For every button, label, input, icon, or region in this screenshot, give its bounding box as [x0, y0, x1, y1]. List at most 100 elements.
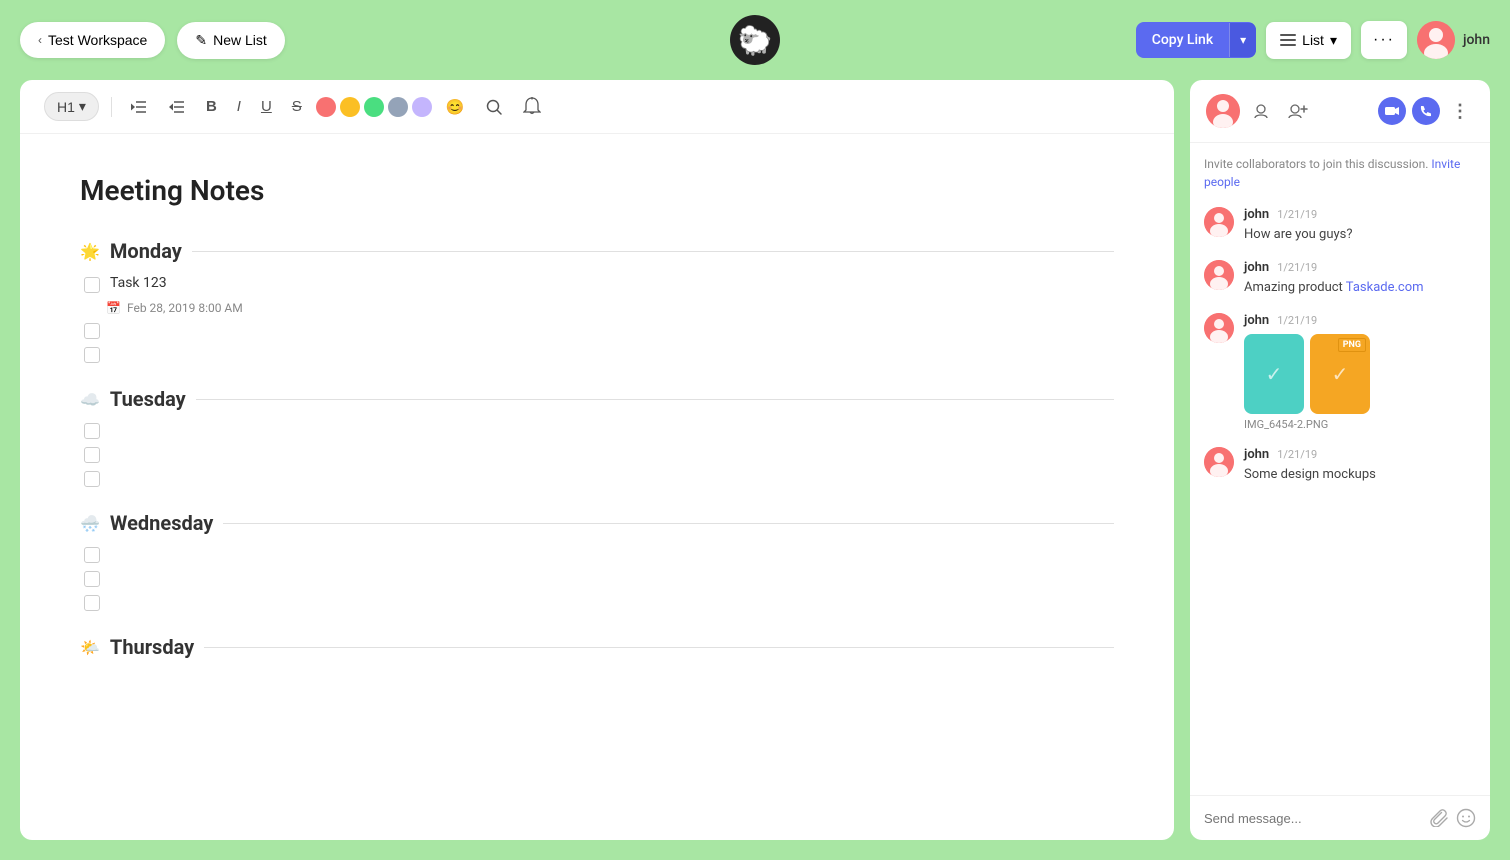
- task-checkbox[interactable]: [84, 277, 100, 293]
- empty-task-2: [80, 347, 1114, 363]
- monday-label: Monday: [110, 239, 182, 263]
- color-purple[interactable]: [412, 97, 432, 117]
- image-attachment: ✓ PNG ✓: [1244, 334, 1476, 414]
- add-collaborator-button[interactable]: [1248, 97, 1276, 125]
- task-date: 📅 Feb 28, 2019 8:00 AM: [106, 301, 1114, 315]
- msg-avatar-3: [1204, 313, 1234, 343]
- empty-checkbox-7[interactable]: [84, 571, 100, 587]
- phone-call-button[interactable]: [1412, 97, 1440, 125]
- empty-task-5: [80, 471, 1114, 487]
- tuesday-icon: ☁️: [80, 390, 100, 409]
- heading-selector[interactable]: H1 ▾: [44, 92, 99, 121]
- more-options-icon: ···: [1373, 31, 1395, 49]
- strikethrough-button[interactable]: S: [286, 94, 308, 119]
- emoji-picker-button[interactable]: [1456, 808, 1476, 828]
- indent-increase-button[interactable]: [162, 96, 192, 118]
- copy-link-button[interactable]: Copy Link ▾: [1136, 22, 1256, 58]
- list-label: List: [1302, 32, 1324, 48]
- empty-task-1: [80, 323, 1114, 339]
- chat-message-3: john 1/21/19 ✓ PNG ✓: [1204, 313, 1476, 431]
- back-button[interactable]: ‹ Test Workspace: [20, 22, 165, 58]
- heading-chevron-icon: ▾: [79, 98, 86, 115]
- empty-checkbox-4[interactable]: [84, 447, 100, 463]
- chat-more-button[interactable]: ⋮: [1446, 97, 1474, 125]
- monday-icon: 🌟: [80, 242, 100, 261]
- empty-checkbox-5[interactable]: [84, 471, 100, 487]
- color-green[interactable]: [364, 97, 384, 117]
- empty-task-7: [80, 571, 1114, 587]
- new-list-icon: ✎: [195, 32, 207, 49]
- user-name-label: john: [1463, 32, 1490, 48]
- msg-name-2: john: [1244, 260, 1269, 275]
- user-button[interactable]: john: [1417, 21, 1490, 59]
- chat-user-avatar: [1206, 94, 1240, 128]
- bold-icon: B: [206, 98, 217, 115]
- workspace-label: Test Workspace: [48, 32, 147, 48]
- chat-message-1: john 1/21/19 How are you guys?: [1204, 207, 1476, 244]
- list-view-button[interactable]: List ▾: [1266, 22, 1351, 59]
- image-label: IMG_6454-2.PNG: [1244, 418, 1476, 431]
- color-gray[interactable]: [388, 97, 408, 117]
- search-button[interactable]: [479, 94, 509, 120]
- msg-time-1: 1/21/19: [1277, 208, 1317, 221]
- empty-checkbox-8[interactable]: [84, 595, 100, 611]
- section-line-tuesday: [196, 399, 1114, 400]
- notifications-button[interactable]: [517, 93, 547, 121]
- editor-panel: H1 ▾ B I U S: [20, 80, 1174, 840]
- tuesday-label: Tuesday: [110, 387, 186, 411]
- empty-task-4: [80, 447, 1114, 463]
- emoji-button[interactable]: 😊: [440, 94, 471, 120]
- color-red[interactable]: [316, 97, 336, 117]
- msg-header-4: john 1/21/19: [1244, 447, 1476, 462]
- msg-header-2: john 1/21/19: [1244, 260, 1476, 275]
- empty-checkbox-3[interactable]: [84, 423, 100, 439]
- message-input[interactable]: [1204, 811, 1422, 826]
- editor-body: Meeting Notes 🌟 Monday Task 123 📅 Feb 28…: [20, 134, 1174, 840]
- msg-time-3: 1/21/19: [1277, 314, 1317, 327]
- back-chevron-icon: ‹: [38, 33, 42, 47]
- copy-link-label: Copy Link: [1136, 22, 1229, 58]
- msg-time-4: 1/21/19: [1277, 448, 1317, 461]
- task-item: Task 123: [80, 275, 1114, 293]
- add-member-button[interactable]: [1284, 97, 1312, 125]
- underline-icon: U: [261, 98, 272, 115]
- empty-checkbox-1[interactable]: [84, 323, 100, 339]
- chat-header: ⋮: [1190, 80, 1490, 143]
- empty-checkbox-2[interactable]: [84, 347, 100, 363]
- video-call-button[interactable]: [1378, 97, 1406, 125]
- image-thumb-1[interactable]: ✓: [1244, 334, 1304, 414]
- indent-decrease-button[interactable]: [124, 96, 154, 118]
- msg-name-4: john: [1244, 447, 1269, 462]
- topbar-left: ‹ Test Workspace ✎ New List: [20, 22, 285, 59]
- msg-header-1: john 1/21/19: [1244, 207, 1476, 222]
- wednesday-icon: 🌨️: [80, 514, 100, 533]
- msg-name-3: john: [1244, 313, 1269, 328]
- main-content: H1 ▾ B I U S: [0, 80, 1510, 860]
- bold-button[interactable]: B: [200, 94, 223, 119]
- chat-call-icons: ⋮: [1378, 97, 1474, 125]
- editor-toolbar: H1 ▾ B I U S: [20, 80, 1174, 134]
- chat-panel: ⋮ Invite collaborators to join this disc…: [1190, 80, 1490, 840]
- color-yellow[interactable]: [340, 97, 360, 117]
- more-options-button[interactable]: ···: [1361, 21, 1407, 59]
- color-picker: [316, 97, 432, 117]
- task-text: Task 123: [110, 275, 167, 291]
- msg-name-1: john: [1244, 207, 1269, 222]
- chat-message-2: john 1/21/19 Amazing product Taskade.com: [1204, 260, 1476, 297]
- taskade-link[interactable]: Taskade.com: [1346, 280, 1424, 295]
- italic-button[interactable]: I: [231, 94, 247, 119]
- topbar: ‹ Test Workspace ✎ New List 🐑 Copy Link …: [0, 0, 1510, 80]
- user-avatar: [1417, 21, 1455, 59]
- copy-link-chevron-icon[interactable]: ▾: [1229, 23, 1256, 57]
- new-list-button[interactable]: ✎ New List: [177, 22, 284, 59]
- attach-file-button[interactable]: [1430, 809, 1448, 827]
- logo-face-icon: 🐑: [738, 24, 773, 57]
- empty-checkbox-6[interactable]: [84, 547, 100, 563]
- msg-header-3: john 1/21/19: [1244, 313, 1476, 328]
- task-date-text: Feb 28, 2019 8:00 AM: [127, 301, 243, 315]
- image-thumb-2[interactable]: PNG ✓: [1310, 334, 1370, 414]
- msg-text-4: Some design mockups: [1244, 466, 1476, 484]
- strikethrough-icon: S: [292, 98, 302, 115]
- underline-button[interactable]: U: [255, 94, 278, 119]
- document-title[interactable]: Meeting Notes: [80, 174, 1114, 207]
